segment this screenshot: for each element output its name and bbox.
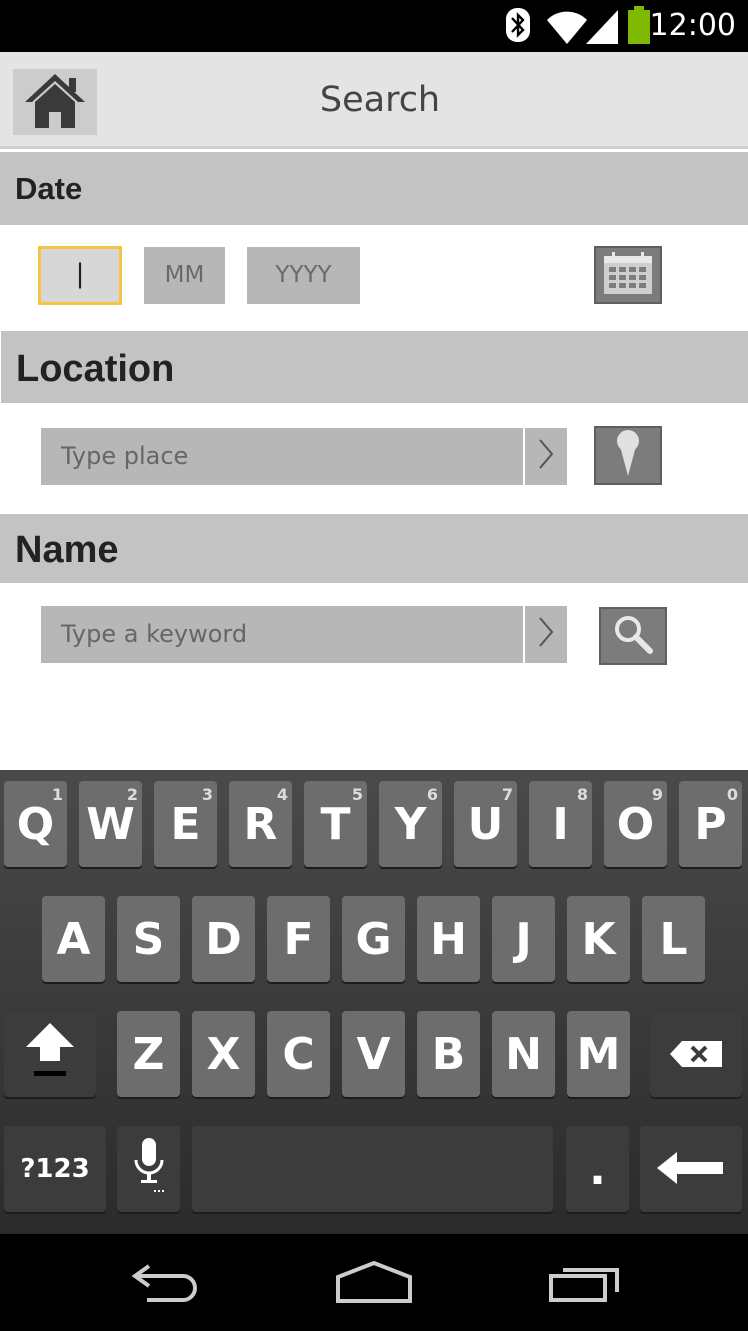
- place-go-button[interactable]: [525, 428, 567, 485]
- soft-keyboard: Q1 W2 E3 R4 T5 Y6 U7 I8 O9 P0 A S D F G …: [0, 770, 748, 1234]
- day-input[interactable]: |: [38, 246, 122, 305]
- key-e[interactable]: E3: [154, 781, 217, 867]
- month-input[interactable]: MM: [144, 247, 225, 304]
- microphone-key[interactable]: [117, 1126, 180, 1212]
- map-pin-icon: [613, 428, 643, 483]
- key-v[interactable]: V: [342, 1011, 405, 1097]
- key-r[interactable]: R4: [229, 781, 292, 867]
- key-q[interactable]: Q1: [4, 781, 67, 867]
- section-header-location: Location: [1, 331, 748, 403]
- home-button[interactable]: [13, 69, 97, 135]
- home-icon: [23, 72, 87, 133]
- key-m[interactable]: M: [567, 1011, 630, 1097]
- calendar-icon: [602, 250, 654, 301]
- chevron-right-icon: [538, 438, 554, 475]
- back-icon: [129, 1262, 203, 1307]
- enter-icon: [655, 1144, 727, 1195]
- key-n[interactable]: N: [492, 1011, 555, 1097]
- section-header-name: Name: [0, 514, 748, 583]
- key-d[interactable]: D: [192, 896, 255, 982]
- key-u[interactable]: U7: [454, 781, 517, 867]
- calendar-button[interactable]: [594, 246, 662, 304]
- key-z[interactable]: Z: [117, 1011, 180, 1097]
- bluetooth-icon: [506, 8, 530, 47]
- navigation-bar: [0, 1234, 748, 1331]
- key-c[interactable]: C: [267, 1011, 330, 1097]
- key-b[interactable]: B: [417, 1011, 480, 1097]
- signal-icon: [586, 10, 618, 49]
- key-j[interactable]: J: [492, 896, 555, 982]
- action-bar: Search: [0, 52, 748, 149]
- key-a[interactable]: A: [42, 896, 105, 982]
- key-f[interactable]: F: [267, 896, 330, 982]
- key-w[interactable]: W2: [79, 781, 142, 867]
- recent-apps-button[interactable]: [534, 1254, 634, 1314]
- chevron-right-icon: [538, 616, 554, 653]
- space-key[interactable]: [192, 1126, 553, 1212]
- home-nav-button[interactable]: [324, 1254, 424, 1314]
- home-icon: [334, 1260, 414, 1308]
- key-t[interactable]: T5: [304, 781, 367, 867]
- page-title: Search: [319, 80, 441, 120]
- wifi-icon: [545, 10, 589, 49]
- key-i[interactable]: I8: [529, 781, 592, 867]
- key-k[interactable]: K: [567, 896, 630, 982]
- key-y[interactable]: Y6: [379, 781, 442, 867]
- shift-icon: [24, 1019, 76, 1090]
- key-x[interactable]: X: [192, 1011, 255, 1097]
- backspace-icon: [668, 1029, 724, 1080]
- key-o[interactable]: O9: [604, 781, 667, 867]
- search-icon: [612, 613, 654, 660]
- section-header-date: Date: [0, 152, 748, 225]
- shift-key[interactable]: [4, 1011, 96, 1097]
- location-button[interactable]: [594, 426, 662, 485]
- search-button[interactable]: [599, 607, 667, 665]
- enter-key[interactable]: [640, 1126, 742, 1212]
- backspace-key[interactable]: [650, 1011, 742, 1097]
- battery-icon: [628, 6, 650, 49]
- key-g[interactable]: G: [342, 896, 405, 982]
- year-input[interactable]: YYYY: [247, 247, 360, 304]
- recent-apps-icon: [547, 1262, 621, 1307]
- back-button[interactable]: [116, 1254, 216, 1314]
- key-h[interactable]: H: [417, 896, 480, 982]
- key-p[interactable]: P0: [679, 781, 742, 867]
- keyword-input[interactable]: Type a keyword: [41, 606, 523, 663]
- microphone-icon: [132, 1134, 166, 1205]
- status-clock: 12:00: [649, 8, 736, 43]
- period-key[interactable]: .: [566, 1126, 629, 1212]
- key-l[interactable]: L: [642, 896, 705, 982]
- symbols-key[interactable]: ?123: [4, 1126, 106, 1212]
- key-s[interactable]: S: [117, 896, 180, 982]
- place-input[interactable]: Type place: [41, 428, 523, 485]
- status-bar: 12:00: [0, 0, 748, 52]
- keyword-go-button[interactable]: [525, 606, 567, 663]
